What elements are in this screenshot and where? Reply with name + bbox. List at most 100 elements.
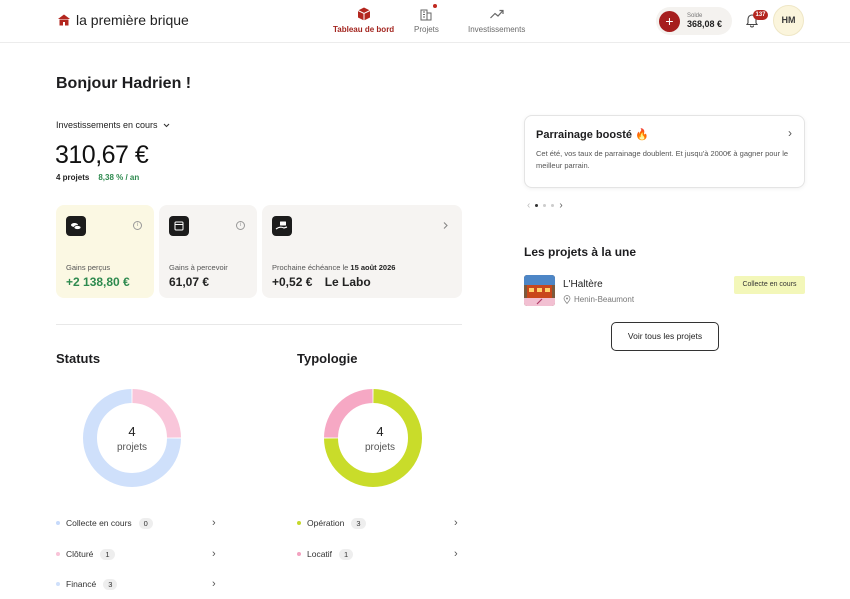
legend-item-cloture[interactable]: Clôturé 1 (56, 547, 115, 561)
info-icon[interactable]: i (236, 221, 245, 230)
brand-name: la première brique (76, 12, 189, 28)
chevron-right-icon[interactable]: › (454, 517, 458, 529)
user-avatar[interactable]: HM (773, 5, 804, 36)
legend-dot (56, 521, 60, 525)
chevron-right-icon[interactable]: › (212, 517, 216, 529)
gains-received-card: i Gains perçus +2 138,80 € (56, 205, 154, 298)
map-pin-icon (563, 295, 571, 304)
nav-tableau-de-bord[interactable]: Tableau de bord (333, 6, 394, 34)
typologie-donut-center: 4 projets (330, 424, 430, 453)
chevron-right-icon[interactable]: › (454, 548, 458, 560)
coins-icon (66, 216, 86, 236)
legend-item-finance[interactable]: Financé 3 (56, 577, 118, 591)
project-name[interactable]: L'Haltère (563, 279, 603, 290)
balance-amount: 368,08 € (687, 19, 723, 29)
legend-dot (297, 552, 301, 556)
statuts-title: Statuts (56, 351, 101, 366)
legend-label: Collecte en cours (66, 518, 132, 528)
legend-label: Opération (307, 518, 345, 528)
next-payment-card[interactable]: Prochaine échéance le 15 août 2026 +0,52… (262, 205, 462, 298)
next-payment-label: Prochaine échéance le 15 août 2026 (272, 263, 395, 272)
building-icon (418, 4, 438, 22)
total-invested-amount: 310,67 € (55, 141, 149, 169)
chevron-right-icon[interactable]: › (212, 548, 216, 560)
promo-description: Cet été, vos taux de parrainage doublent… (536, 149, 789, 170)
project-status-badge: Collecte en cours (734, 276, 805, 294)
investments-filter-label: Investissements en cours (56, 120, 158, 130)
gains-pending-card: i Gains à percevoir 61,07 € (159, 205, 257, 298)
card-value: 61,07 € (169, 275, 210, 289)
brand-logo[interactable]: la première brique (57, 12, 189, 28)
next-payment-prefix: Prochaine échéance le (272, 263, 349, 272)
add-funds-icon[interactable]: + (659, 10, 680, 32)
typologie-title: Typologie (297, 351, 358, 366)
legend-dot (56, 552, 60, 556)
card-label: Gains à percevoir (169, 263, 228, 272)
legend-label: Financé (66, 579, 97, 589)
statuts-donut-center: 4 projets (82, 424, 182, 453)
legend-dot (297, 521, 301, 525)
chevron-right-icon[interactable] (441, 221, 450, 230)
nav-label: Projets (414, 25, 439, 34)
next-payment-date: 15 août 2026 (350, 263, 396, 272)
carousel-dot[interactable] (551, 204, 555, 207)
legend-dot (56, 582, 60, 586)
legend-count: 1 (100, 548, 115, 560)
chevron-right-icon[interactable]: › (788, 126, 792, 140)
cube-icon (357, 7, 370, 21)
project-location-text: Henin-Beaumont (574, 295, 635, 304)
next-payment-project: Le Labo (324, 275, 371, 289)
legend-count: 0 (138, 517, 153, 529)
next-payment-value-row: +0,52 € Le Labo (272, 275, 371, 289)
fire-icon: 🔥 (635, 129, 649, 141)
legend-count: 3 (351, 517, 366, 529)
project-count: 4 projets (56, 173, 90, 182)
chevron-down-icon (163, 123, 169, 127)
project-thumbnail-image[interactable] (524, 275, 555, 306)
carousel-pager: ‹ › (527, 200, 563, 211)
investments-filter-dropdown[interactable]: Investissements en cours (56, 120, 171, 130)
promo-title-text: Parrainage boosté (536, 129, 632, 141)
donut-center-label: projets (116, 442, 147, 453)
top-navigation-bar: la première brique Tableau de bord Proje… (0, 0, 850, 43)
house-logo-icon (58, 14, 70, 26)
trend-up-icon (489, 9, 504, 19)
investment-summary: 4 projets 8,38 % / an (56, 173, 139, 182)
referral-promo-card[interactable]: Parrainage boosté 🔥 Cet été, vos taux de… (524, 115, 805, 188)
legend-item-collecte-en-cours[interactable]: Collecte en cours 0 (56, 516, 153, 530)
legend-label: Clôturé (66, 549, 94, 559)
carousel-prev-icon[interactable]: ‹ (527, 200, 530, 211)
balance-widget[interactable]: + Solde 368,08 € (656, 7, 732, 35)
carousel-dot[interactable] (543, 204, 547, 207)
carousel-next-icon[interactable]: › (559, 200, 562, 211)
nav-projets[interactable]: Projets (414, 4, 439, 34)
legend-count: 3 (103, 578, 118, 590)
legend-item-locatif[interactable]: Locatif 1 (297, 547, 354, 561)
calendar-icon (169, 216, 189, 236)
chevron-right-icon[interactable]: › (212, 578, 216, 590)
project-location: Henin-Beaumont (563, 295, 634, 304)
donut-center-number: 4 (128, 424, 136, 439)
donut-center-number: 4 (376, 424, 384, 439)
legend-label: Locatif (307, 549, 333, 559)
new-indicator-dot (433, 4, 438, 8)
nav-label: Tableau de bord (333, 25, 395, 34)
legend-count: 1 (339, 548, 354, 560)
card-value: +2 138,80 € (66, 275, 130, 289)
donut-center-label: projets (364, 442, 395, 453)
card-label: Gains perçus (66, 263, 111, 272)
info-icon[interactable]: i (133, 221, 142, 230)
see-all-projects-button[interactable]: Voir tous les projets (611, 322, 719, 351)
next-payment-amount: +0,52 € (272, 275, 313, 289)
notification-count-badge: 137 (753, 10, 768, 20)
promo-title: Parrainage boosté 🔥 (536, 128, 649, 141)
greeting-title: Bonjour Hadrien ! (56, 75, 192, 92)
featured-projects-title: Les projets à la une (524, 245, 637, 259)
section-divider (56, 324, 462, 325)
nav-label: Investissements (468, 25, 526, 34)
annual-rate: 8,38 % / an (98, 173, 140, 182)
legend-item-operation[interactable]: Opération 3 (297, 516, 366, 530)
nav-investissements[interactable]: Investissements (468, 6, 525, 34)
carousel-dot-active[interactable] (535, 204, 539, 207)
money-hand-icon (272, 216, 292, 236)
